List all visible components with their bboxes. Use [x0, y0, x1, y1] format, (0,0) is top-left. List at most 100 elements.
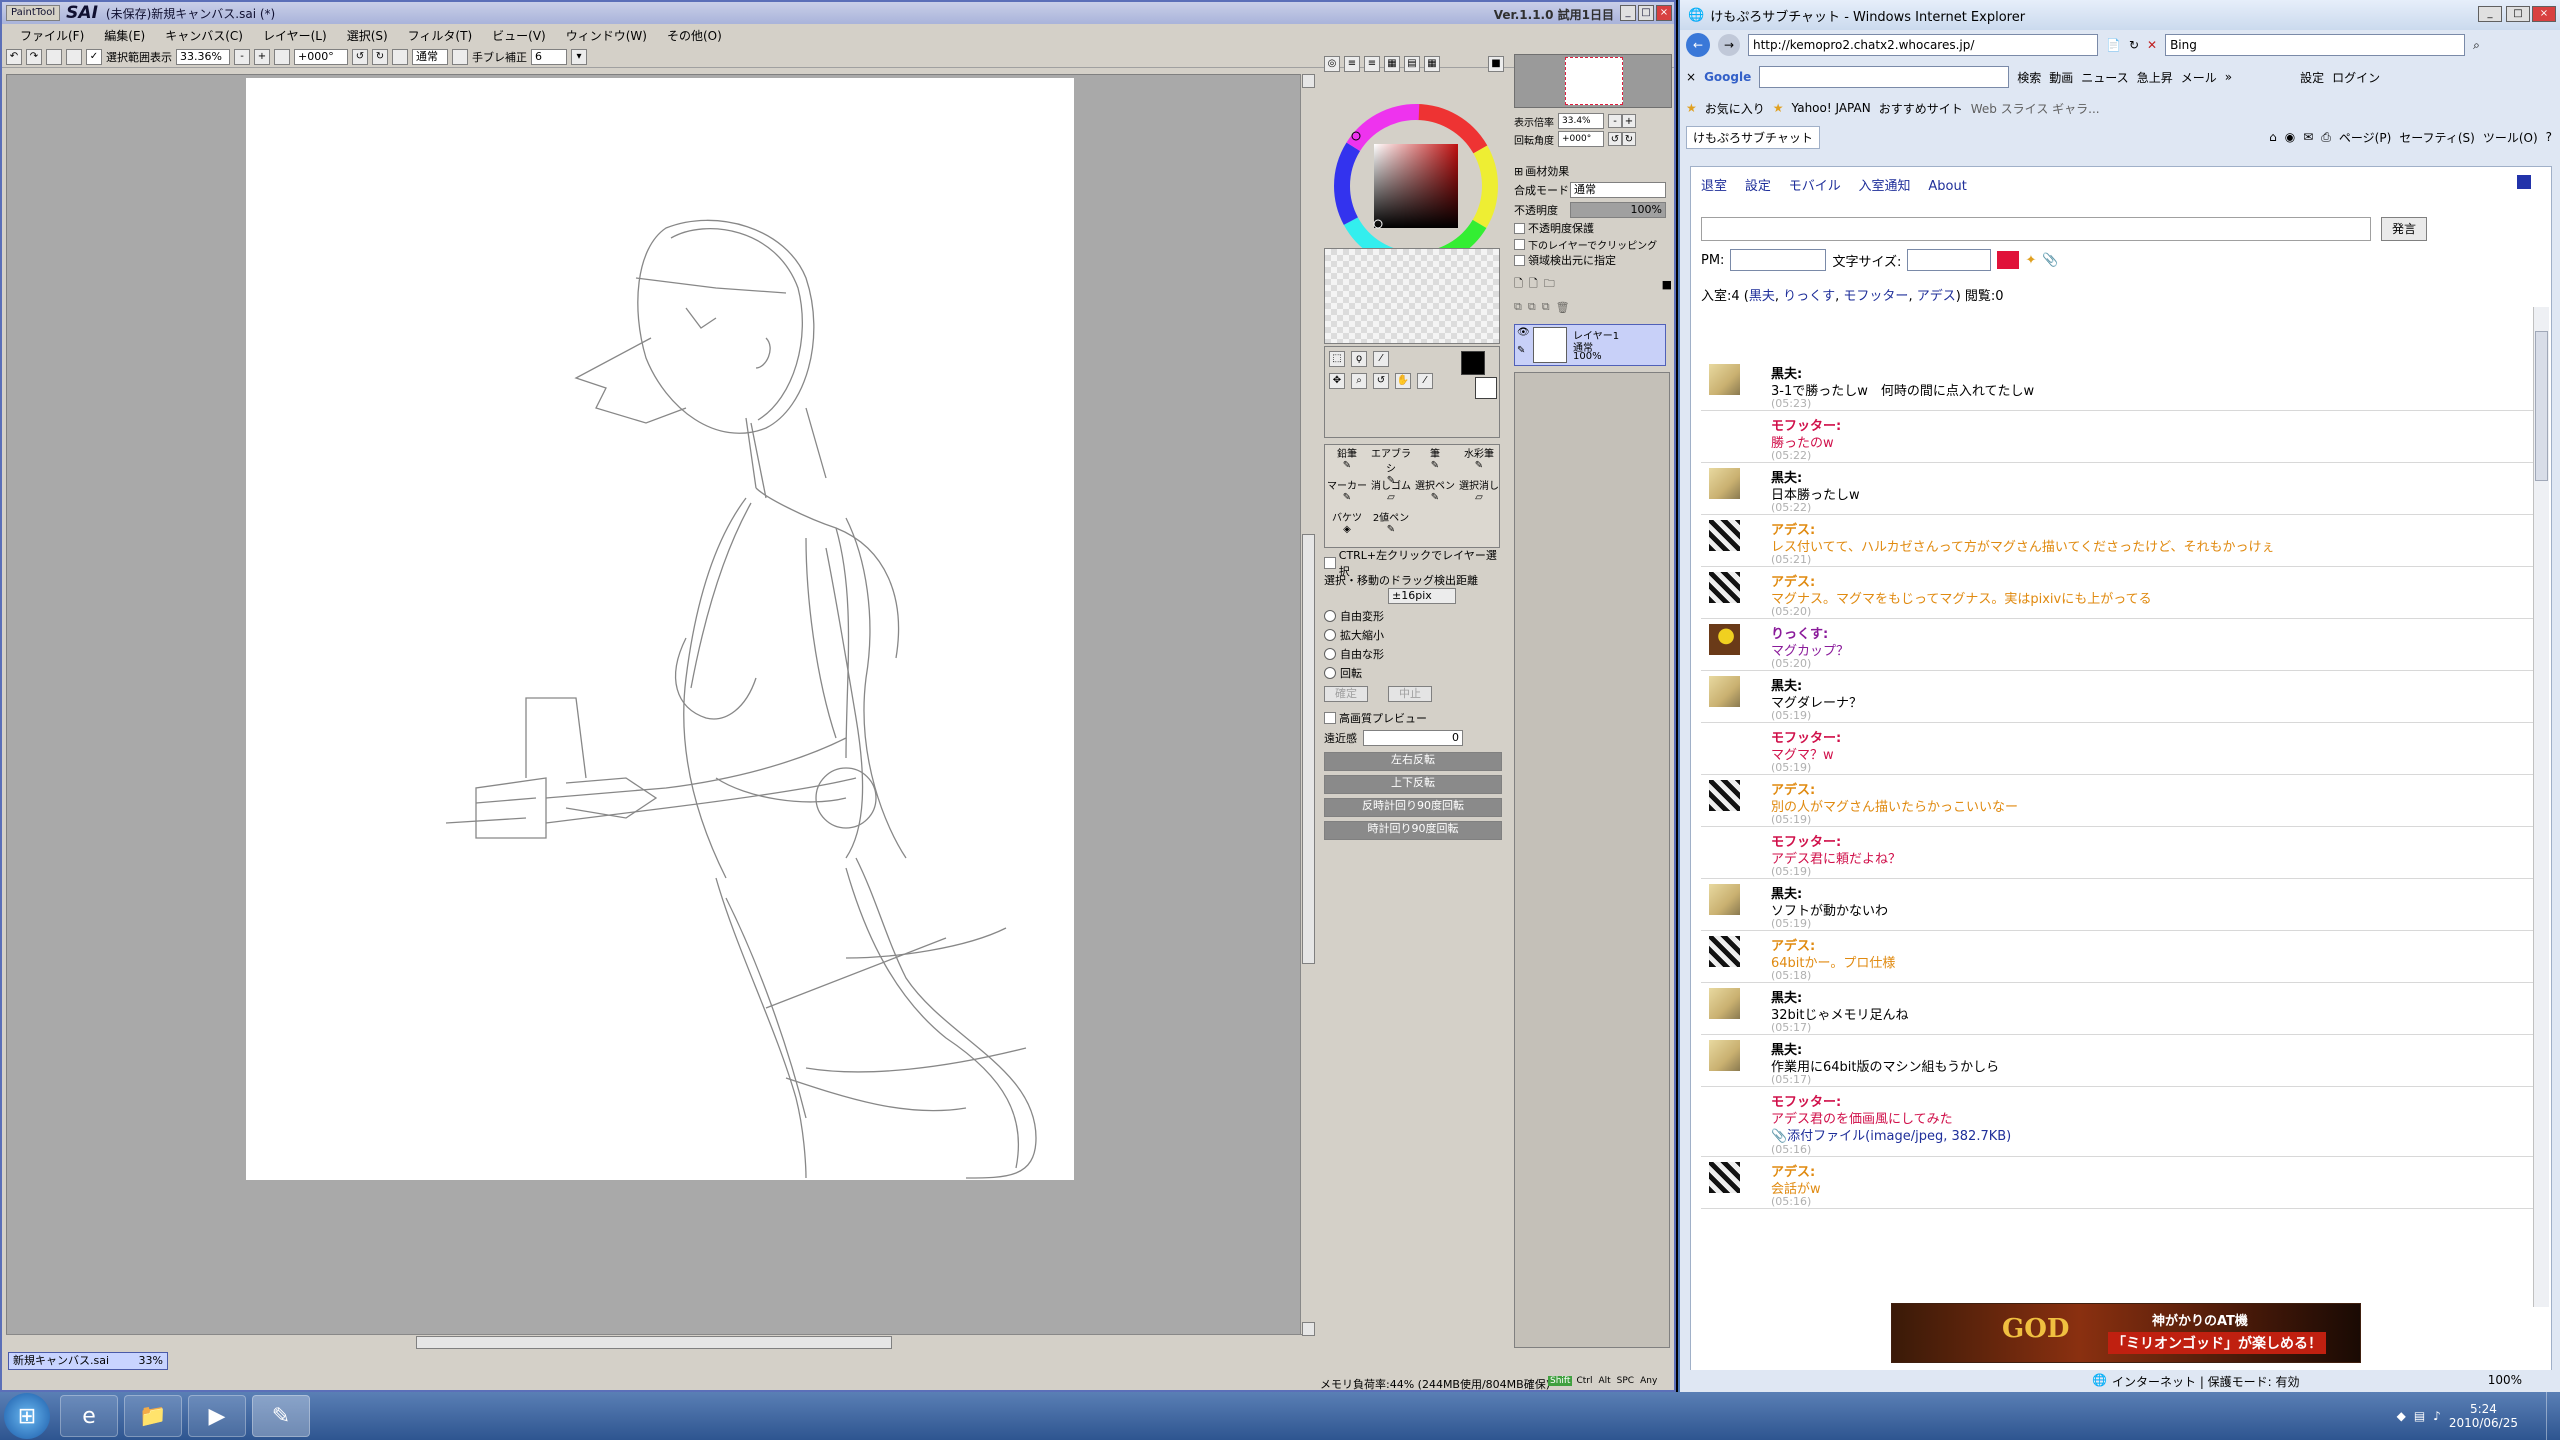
mode-field[interactable]: 通常: [412, 48, 448, 65]
flip-button[interactable]: [392, 48, 408, 65]
layer-delete-icon[interactable]: 🗑: [1556, 301, 1570, 314]
secondary-color-swatch[interactable]: [1475, 377, 1497, 399]
nav-leave[interactable]: 退室: [1701, 179, 1727, 194]
rotation-field[interactable]: +000°: [294, 48, 348, 65]
nav-zoom-field[interactable]: 33.4%: [1558, 113, 1604, 129]
forward-button[interactable]: →: [1718, 34, 1740, 56]
blonde-avatar-icon[interactable]: [1709, 884, 1740, 915]
nav-rotate-right-icon[interactable]: ↻: [1622, 132, 1636, 146]
menu-other[interactable]: その他(O): [657, 27, 732, 44]
canvas-area[interactable]: [6, 74, 1302, 1344]
scroll-down-arrow[interactable]: [1302, 1322, 1315, 1336]
safety-menu[interactable]: セーフティ(S): [2399, 129, 2475, 146]
horizontal-scroll-thumb[interactable]: [416, 1336, 892, 1349]
selection-source-checkbox[interactable]: [1514, 254, 1525, 266]
radio-scale[interactable]: [1324, 628, 1336, 641]
explorer-taskbar-icon[interactable]: 📁: [124, 1395, 182, 1437]
zebra-avatar-icon[interactable]: [1709, 780, 1740, 811]
new-folder-icon[interactable]: 🗀: [1544, 275, 1555, 294]
message-input[interactable]: [1701, 217, 2371, 241]
tool-watercolor[interactable]: 水彩筆 ✎: [1457, 445, 1501, 477]
menu-layer[interactable]: レイヤー(L): [253, 27, 337, 44]
help-icon[interactable]: ?: [2546, 130, 2552, 144]
google-search-button[interactable]: 検索: [2017, 69, 2041, 86]
stabilizer-dropdown[interactable]: ▾: [571, 48, 587, 65]
compat-view-icon[interactable]: 📄: [2106, 38, 2121, 52]
rotate-ccw-button[interactable]: 反時計回り90度回転: [1324, 798, 1502, 817]
duck-avatar-icon[interactable]: [1709, 624, 1740, 655]
member-mofutter[interactable]: モフッター: [1843, 289, 1908, 304]
sai-taskbar-icon[interactable]: ✎: [252, 1395, 310, 1437]
google-news-button[interactable]: ニュース: [2081, 69, 2128, 86]
hand-icon[interactable]: ✋: [1395, 373, 1411, 389]
address-bar[interactable]: http://kemopro2.chatx2.whocares.jp/: [1748, 34, 2098, 56]
menu-canvas[interactable]: キャンバス(C): [155, 27, 253, 44]
tool-select-pen[interactable]: 選択ペン ✎: [1413, 477, 1457, 509]
blonde-avatar-icon[interactable]: [1709, 988, 1740, 1019]
scratchpad-icon[interactable]: ▤: [1404, 56, 1420, 72]
layer-row-1[interactable]: 👁 ✎ レイヤー1 通常 100%: [1514, 324, 1666, 366]
ie-zoom-level[interactable]: 100%: [2488, 1373, 2522, 1387]
scratchpad[interactable]: [1324, 248, 1500, 344]
tool-binary-pen[interactable]: 2値ペン ✎: [1369, 509, 1413, 541]
back-button[interactable]: ←: [1686, 33, 1710, 57]
document-tab[interactable]: 新規キャンバス.sai 33%: [8, 1352, 168, 1370]
zebra-avatar-icon[interactable]: [1709, 1162, 1740, 1193]
nav-rotate-left-icon[interactable]: ↺: [1608, 132, 1622, 146]
rotate-left-button[interactable]: ↺: [352, 48, 368, 65]
clipping-checkbox[interactable]: [1514, 238, 1525, 250]
tool-eraser[interactable]: 消しゴム ▱: [1369, 477, 1413, 509]
member-ades[interactable]: アデス: [1917, 289, 1956, 304]
ie-active-tab[interactable]: けもぷろサブチャット: [1686, 125, 1820, 149]
zebra-avatar-icon[interactable]: [1709, 520, 1740, 551]
member-kuroo[interactable]: 黒夫: [1749, 289, 1775, 304]
search-icon[interactable]: ⌕: [2473, 38, 2480, 53]
rotate-right-button[interactable]: ↻: [372, 48, 388, 65]
menu-filter[interactable]: フィルタ(T): [398, 27, 482, 44]
stop-icon[interactable]: ✕: [2147, 38, 2157, 52]
color-wheel-mode-icon[interactable]: ◎: [1324, 56, 1340, 72]
menu-window[interactable]: ウィンドウ(W): [556, 27, 657, 44]
rect-select-icon[interactable]: ⬚: [1329, 351, 1345, 367]
effects-expand-icon[interactable]: ⊞: [1514, 165, 1523, 178]
nav-zoom-in-icon[interactable]: +: [1622, 114, 1636, 128]
search-box[interactable]: Bing: [2165, 34, 2466, 56]
google-trends-button[interactable]: 急上昇: [2137, 69, 2173, 86]
mode-button[interactable]: [452, 48, 468, 65]
zoom-out-button[interactable]: -: [234, 48, 250, 65]
nav-settings[interactable]: 設定: [1745, 179, 1771, 194]
flip-horizontal-button[interactable]: 左右反転: [1324, 752, 1502, 771]
show-desktop-button[interactable]: [2546, 1392, 2560, 1440]
ie-close-button[interactable]: ×: [2532, 6, 2556, 22]
new-linework-layer-icon[interactable]: 🗋: [1529, 275, 1538, 294]
menu-file[interactable]: ファイル(F): [10, 27, 94, 44]
radio-free-transform[interactable]: [1324, 609, 1336, 622]
message-attachment-link[interactable]: 📎添付ファイル(image/jpeg, 382.7KB): [1771, 1125, 2011, 1144]
zebra-avatar-icon[interactable]: [1709, 936, 1740, 967]
close-button[interactable]: ×: [1656, 5, 1672, 21]
refresh-icon[interactable]: ↻: [2129, 38, 2139, 52]
layer-clear-icon[interactable]: ⧉: [1542, 300, 1550, 314]
chat-scrollbar[interactable]: [2533, 307, 2549, 1307]
canvas-paper[interactable]: [246, 78, 1074, 1180]
tool-brush[interactable]: 筆 ✎: [1413, 445, 1457, 477]
blend-mode-select[interactable]: 通常: [1570, 182, 1666, 198]
start-button[interactable]: ⊞: [4, 1393, 50, 1439]
fav-web-slice[interactable]: Web スライス ギャラ...: [1971, 100, 2100, 117]
tool-marker[interactable]: マーカー ✎: [1325, 477, 1369, 509]
navigator-viewport[interactable]: [1565, 57, 1623, 105]
tray-icon-1[interactable]: ◆: [2397, 1409, 2406, 1423]
hsv-slider-icon[interactable]: ≡: [1364, 56, 1380, 72]
mail-icon[interactable]: ✉: [2303, 130, 2313, 144]
nav-zoom-out-icon[interactable]: -: [1608, 114, 1622, 128]
ad-banner[interactable]: GOD 神がかりのAT機 「ミリオンゴッド」が楽しめる！: [1891, 1303, 2361, 1363]
google-settings-button[interactable]: 設定: [2300, 69, 2324, 86]
blonde-avatar-icon[interactable]: [1709, 676, 1740, 707]
media-player-taskbar-icon[interactable]: ▶: [188, 1395, 246, 1437]
flip-vertical-button[interactable]: 上下反転: [1324, 775, 1502, 794]
lasso-icon[interactable]: ϙ: [1351, 351, 1367, 367]
scroll-up-arrow[interactable]: [1302, 74, 1315, 88]
canvas-horizontal-scrollbar[interactable]: [6, 1334, 1302, 1350]
font-size-select[interactable]: [1907, 249, 1992, 271]
print-icon[interactable]: ⎙: [2321, 130, 2331, 145]
